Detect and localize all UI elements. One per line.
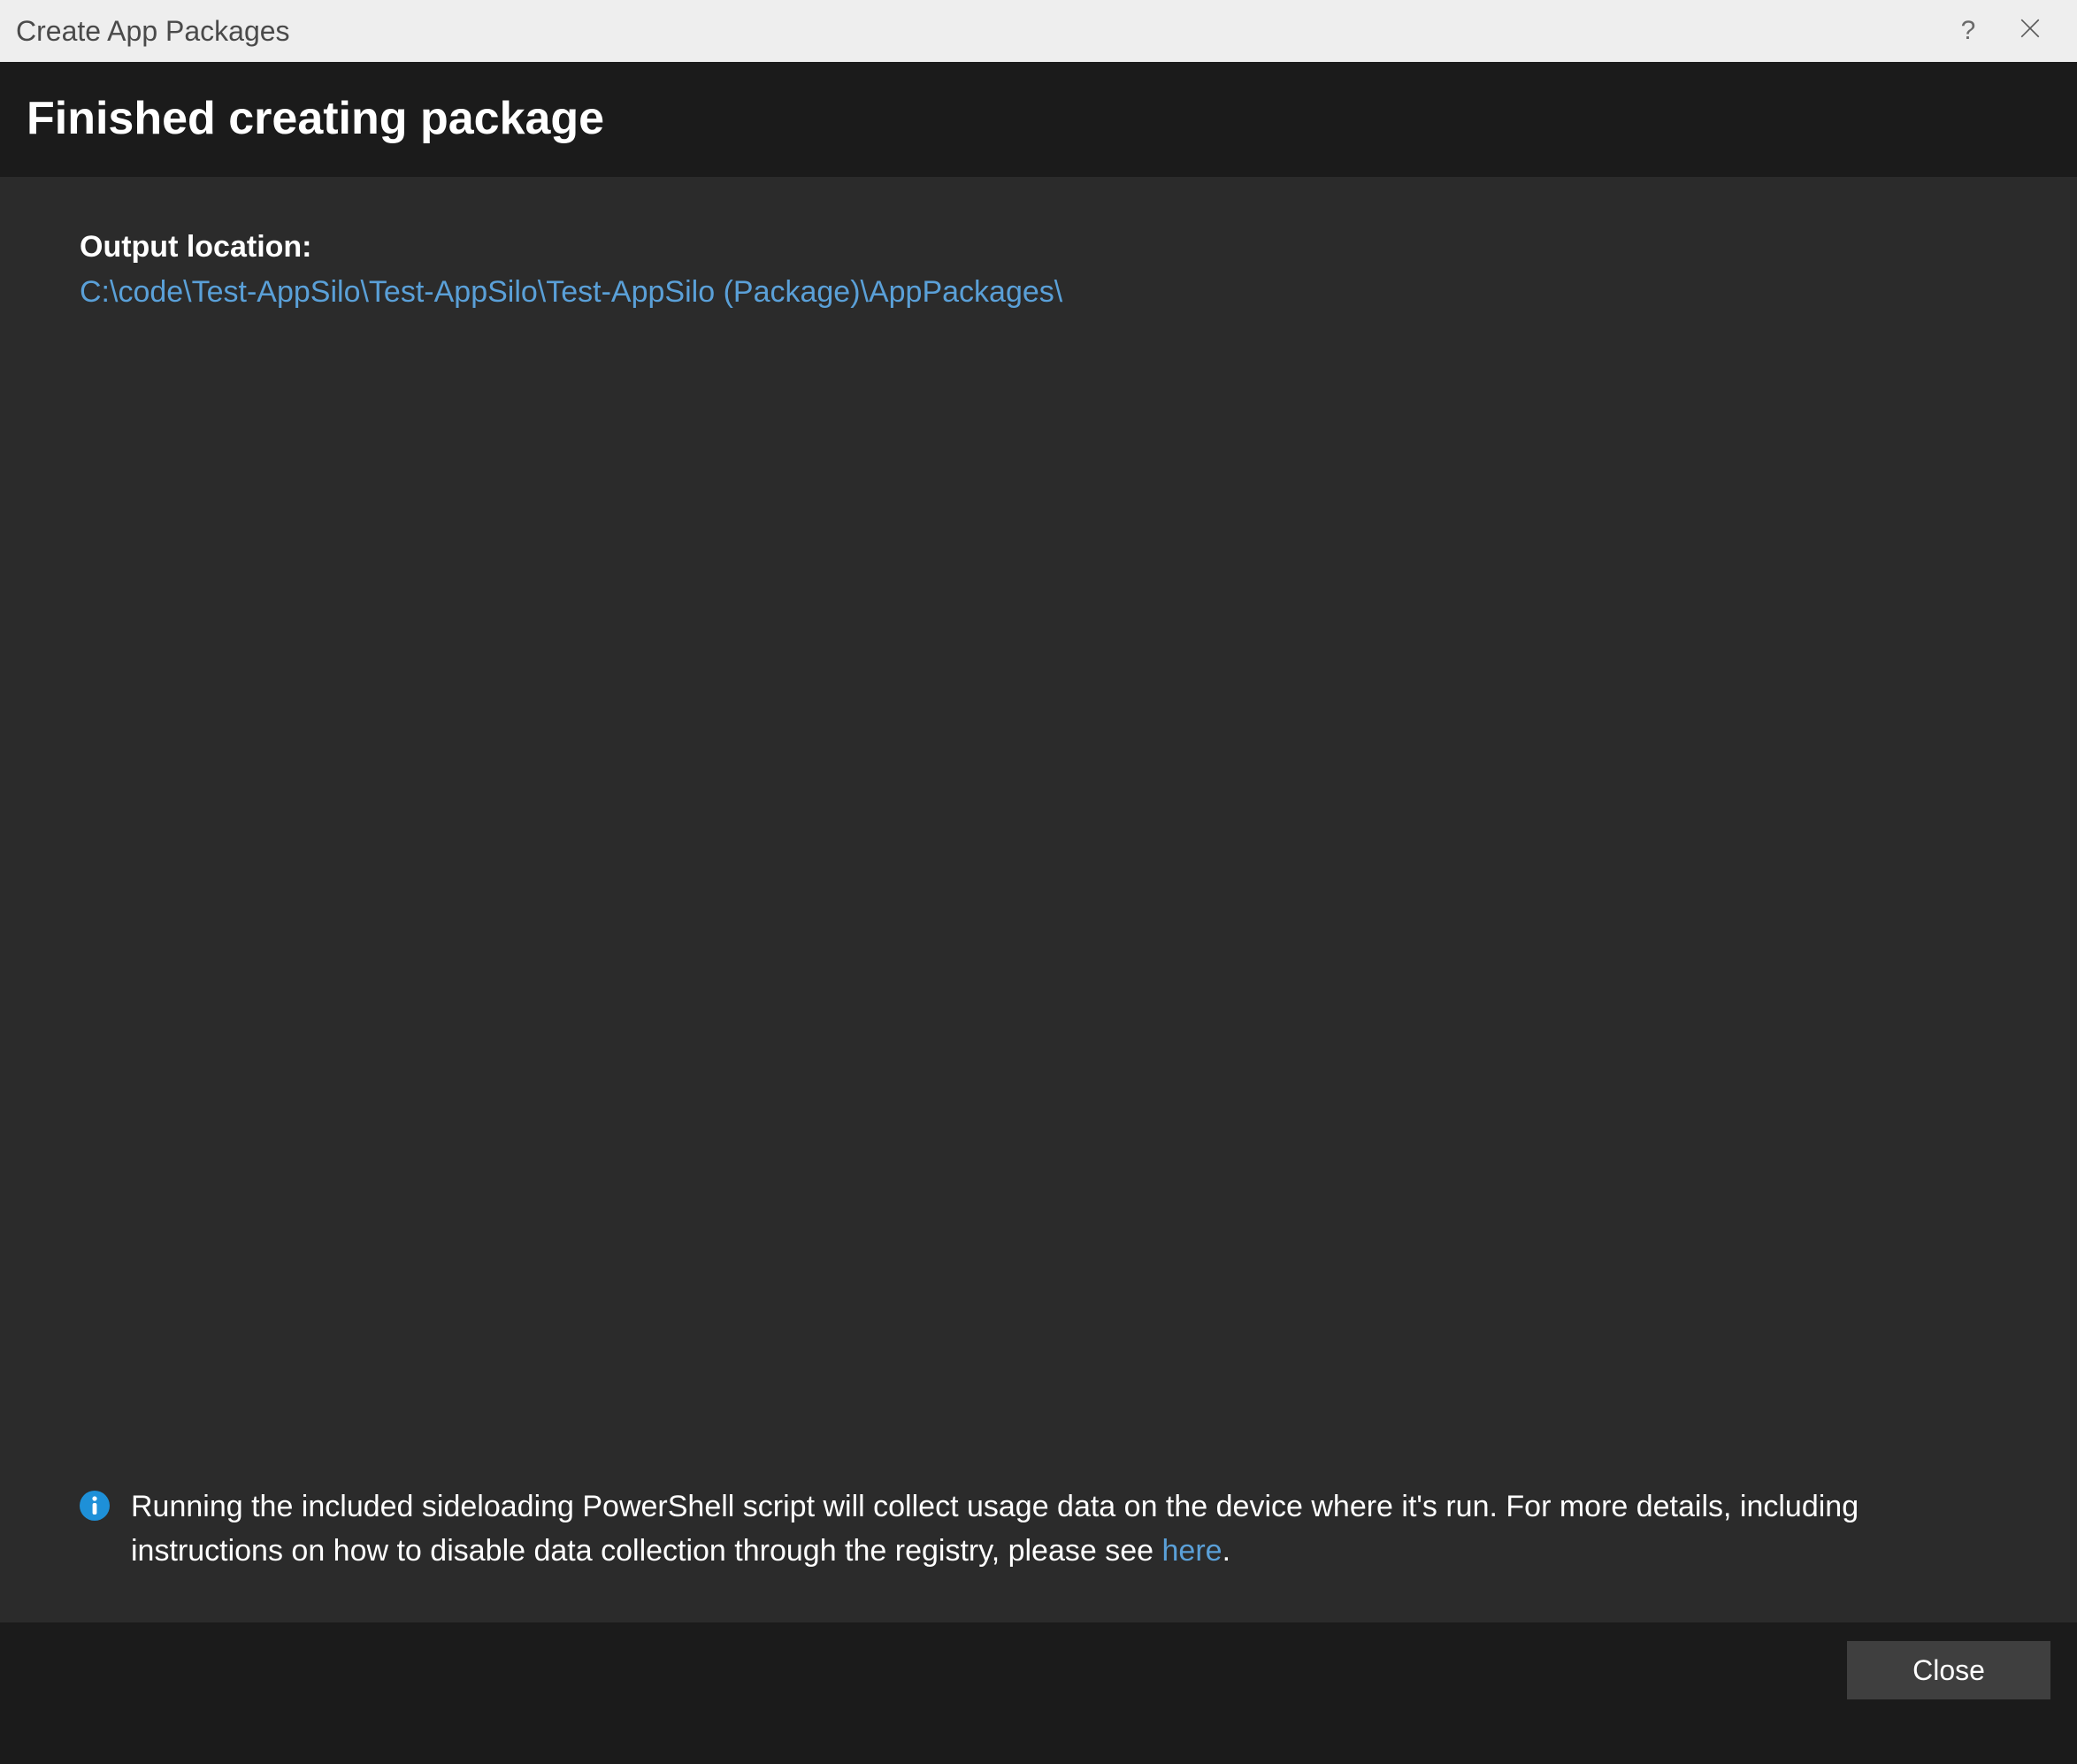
info-icon	[80, 1491, 110, 1521]
titlebar: Create App Packages ?	[0, 0, 2077, 62]
info-text-before: Running the included sideloading PowerSh…	[131, 1490, 1859, 1567]
info-text-after: .	[1222, 1534, 1230, 1568]
window-close-button[interactable]	[1999, 0, 2061, 62]
output-location-label: Output location:	[80, 230, 1997, 265]
close-button[interactable]: Close	[1847, 1641, 2050, 1699]
page-title: Finished creating package	[27, 92, 2050, 145]
dialog-content: Output location: C:\code\Test-AppSilo\Te…	[0, 177, 2077, 1622]
output-location-path[interactable]: C:\code\Test-AppSilo\Test-AppSilo\Test-A…	[80, 275, 1997, 310]
window-title: Create App Packages	[16, 15, 1937, 48]
dialog-header: Finished creating package	[0, 62, 2077, 177]
help-button[interactable]: ?	[1937, 0, 1999, 62]
help-icon: ?	[1961, 16, 1976, 46]
info-block: Running the included sideloading PowerSh…	[80, 1485, 1997, 1573]
info-text: Running the included sideloading PowerSh…	[131, 1485, 1997, 1573]
dialog-footer: Close	[0, 1622, 2077, 1718]
info-link[interactable]: here	[1162, 1534, 1222, 1568]
close-icon	[2019, 17, 2042, 46]
